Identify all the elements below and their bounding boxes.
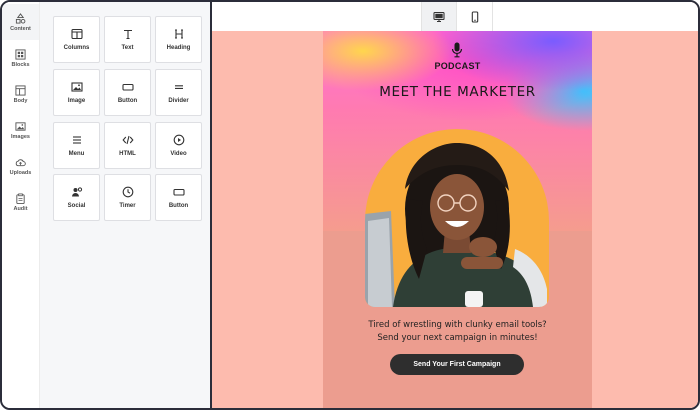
mobile-icon — [471, 10, 478, 23]
mobile-view-button[interactable] — [457, 2, 492, 31]
tool-label: Timer — [119, 203, 136, 209]
sidebar-item-label: Audit — [13, 205, 28, 212]
sidebar-item-images[interactable]: Images — [2, 112, 39, 148]
tool-label: Video — [170, 151, 187, 157]
cta-button[interactable]: Send Your First Campaign — [390, 354, 524, 375]
tool-label: HTML — [119, 151, 136, 157]
tool-columns[interactable]: Columns — [53, 16, 100, 63]
body-layout-icon — [15, 84, 26, 96]
tool-video[interactable]: Video — [155, 122, 202, 169]
email-preview[interactable]: PODCAST MEET THE MARKETER Tired of wrest… — [323, 31, 592, 408]
tool-html[interactable]: HTML — [104, 122, 151, 169]
podcast-label: PODCAST — [434, 61, 481, 71]
columns-icon — [70, 28, 83, 40]
heading-icon — [174, 29, 183, 39]
timer-icon — [122, 186, 133, 198]
tool-label: Divider — [168, 98, 189, 104]
divider-icon — [174, 85, 183, 89]
sidebar-item-label: Images — [11, 133, 30, 140]
sidebar-item-label: Body — [13, 97, 28, 104]
email-headline: MEET THE MARKETER — [379, 84, 536, 100]
tool-divider[interactable]: Divider — [155, 69, 202, 116]
clipboard-icon — [16, 193, 25, 204]
editor-window: Content Blocks Body Images Uploads Audit… — [0, 0, 700, 410]
text-icon — [123, 29, 132, 40]
sidebar-item-label: Content — [10, 25, 31, 32]
email-canvas: PODCAST MEET THE MARKETER Tired of wrest… — [212, 2, 698, 408]
tool-heading[interactable]: Heading — [155, 16, 202, 63]
code-icon — [121, 135, 134, 145]
tool-social[interactable]: Social — [53, 174, 100, 221]
marketer-portrait — [365, 129, 549, 307]
desktop-icon — [433, 11, 445, 22]
sidebar-item-content[interactable]: Content — [2, 4, 39, 40]
sidebar-item-blocks[interactable]: Blocks — [2, 40, 39, 76]
tool-button[interactable]: Button — [104, 69, 151, 116]
social-icon — [71, 187, 82, 197]
blocks-icon — [15, 48, 26, 60]
tool-label: Columns — [63, 45, 90, 51]
cloud-upload-icon — [15, 158, 26, 166]
sidebar-item-body[interactable]: Body — [2, 76, 39, 112]
tool-image[interactable]: Image — [53, 69, 100, 116]
desktop-view-button[interactable] — [422, 2, 458, 31]
image-icon — [15, 121, 26, 131]
sidebar-rail: Content Blocks Body Images Uploads Audit — [2, 2, 40, 408]
tool-label: Social — [67, 203, 86, 209]
sidebar-item-uploads[interactable]: Uploads — [2, 148, 39, 184]
tagline-line-2: Send your next campaign in minutes! — [377, 333, 538, 343]
microphone-icon — [451, 42, 463, 58]
tool-label: Text — [121, 45, 134, 51]
tool-label: Image — [67, 98, 86, 104]
menu-icon — [72, 136, 81, 144]
tool-label: Heading — [166, 45, 191, 51]
shapes-icon — [15, 12, 26, 24]
button-icon — [172, 188, 185, 196]
content-tools-panel: Columns Text Heading Image Button Divide… — [40, 2, 210, 408]
tool-timer[interactable]: Timer — [104, 174, 151, 221]
email-tagline: Tired of wrestling with clunky email too… — [323, 319, 592, 345]
tool-menu[interactable]: Menu — [53, 122, 100, 169]
canvas-toolbar — [212, 2, 698, 31]
tool-button-2[interactable]: Button — [155, 174, 202, 221]
button-icon — [121, 83, 134, 91]
image-icon — [70, 82, 83, 92]
device-toggle — [421, 2, 493, 31]
tool-label: Button — [117, 98, 138, 104]
video-icon — [173, 134, 184, 146]
tagline-line-1: Tired of wrestling with clunky email too… — [368, 320, 547, 330]
sidebar-item-audit[interactable]: Audit — [2, 184, 39, 220]
sidebar-item-label: Blocks — [11, 61, 30, 68]
tool-text[interactable]: Text — [104, 16, 151, 63]
tool-label: Button — [168, 203, 189, 209]
sidebar-item-label: Uploads — [9, 169, 32, 176]
portrait-illustration — [365, 143, 547, 307]
tool-label: Menu — [68, 151, 85, 157]
